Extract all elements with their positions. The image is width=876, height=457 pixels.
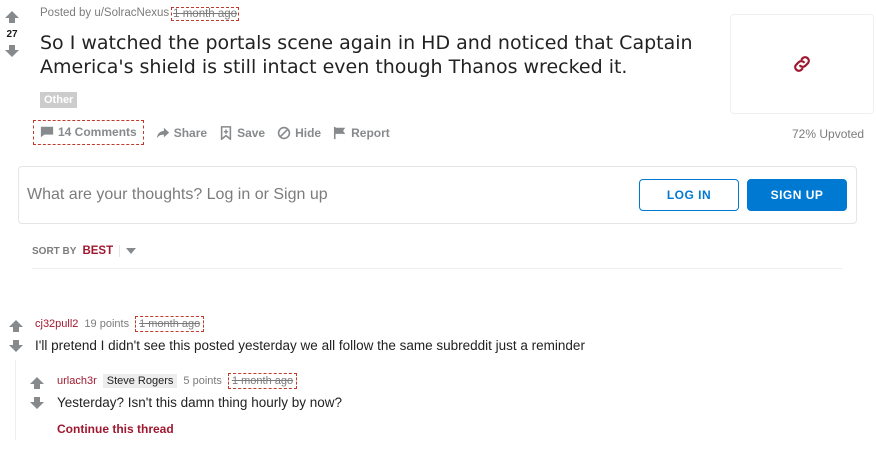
post-title[interactable]: So I watched the portals scene again in … <box>40 31 700 79</box>
post-vote-column: 27 <box>4 10 20 58</box>
report-label: Report <box>351 125 390 140</box>
continue-thread-link[interactable]: Continue this thread <box>57 422 174 436</box>
post-score: 27 <box>6 29 18 40</box>
share-label: Share <box>173 125 208 140</box>
upvote-arrow-icon[interactable] <box>29 376 45 390</box>
upvote-arrow-icon[interactable] <box>8 319 24 333</box>
signup-button[interactable]: SIGN UP <box>747 179 847 211</box>
post-age[interactable]: 1 month ago <box>171 7 240 21</box>
save-button[interactable]: Save <box>219 126 265 140</box>
flag-icon <box>334 126 346 139</box>
sort-divider <box>32 268 842 269</box>
login-button[interactable]: LOG IN <box>639 179 739 211</box>
comment-2-votes <box>29 376 45 410</box>
share-icon <box>156 127 169 138</box>
comment-1-meta: cj32pull2 19 points 1 month ago <box>35 316 205 332</box>
link-icon <box>794 56 810 72</box>
comments-label: 14 Comments <box>58 125 137 139</box>
bookmark-icon <box>220 125 232 140</box>
downvote-arrow-icon[interactable] <box>29 396 45 410</box>
post-flair[interactable]: Other <box>40 92 78 108</box>
downvote-arrow-icon[interactable] <box>8 339 24 353</box>
comment-2-text: Yesterday? Isn't this damn thing hourly … <box>57 395 342 410</box>
report-button[interactable]: Report <box>333 126 390 140</box>
posted-by[interactable]: Posted by u/SolracNexus <box>40 7 169 21</box>
comment-placeholder[interactable]: What are your thoughts? Log in or Sign u… <box>27 186 328 204</box>
thread-line[interactable] <box>15 360 16 440</box>
post-actions: 14 Comments Share Save Hide Report <box>33 120 402 145</box>
chevron-down-icon[interactable] <box>126 248 137 254</box>
hide-icon <box>277 126 291 139</box>
comment-author[interactable]: urlach3r <box>57 375 97 387</box>
comment-2-meta: urlach3r Steve Rogers 5 points 1 month a… <box>57 373 298 389</box>
comment-1-votes <box>8 319 24 353</box>
sort-control[interactable]: SORT BY BEST <box>32 245 137 257</box>
comment-box[interactable]: What are your thoughts? Log in or Sign u… <box>18 166 857 224</box>
save-label: Save <box>237 125 266 140</box>
comments-button[interactable]: 14 Comments <box>33 120 144 145</box>
post-meta: Posted by u/SolracNexus 1 month ago <box>40 7 240 21</box>
upvote-arrow-icon[interactable] <box>4 10 20 24</box>
comment-points: 19 points <box>84 318 130 330</box>
comment-age[interactable]: 1 month ago <box>227 373 298 389</box>
comment-points: 5 points <box>183 375 222 387</box>
post-flair-wrap: Other <box>40 88 78 108</box>
comment-age[interactable]: 1 month ago <box>135 316 205 332</box>
link-thumbnail[interactable] <box>730 14 874 114</box>
upvoted-ratio: 72% Upvoted <box>792 127 865 141</box>
downvote-arrow-icon[interactable] <box>4 44 20 58</box>
hide-label: Hide <box>295 125 322 140</box>
comment-1-text: I'll pretend I didn't see this posted ye… <box>35 338 585 353</box>
comment-author[interactable]: cj32pull2 <box>35 318 78 330</box>
user-flair: Steve Rogers <box>102 374 178 388</box>
sort-value[interactable]: BEST <box>82 245 121 257</box>
hide-button[interactable]: Hide <box>277 126 321 140</box>
sort-label: SORT BY <box>32 245 77 257</box>
share-button[interactable]: Share <box>156 126 207 140</box>
comment-icon <box>40 126 54 138</box>
